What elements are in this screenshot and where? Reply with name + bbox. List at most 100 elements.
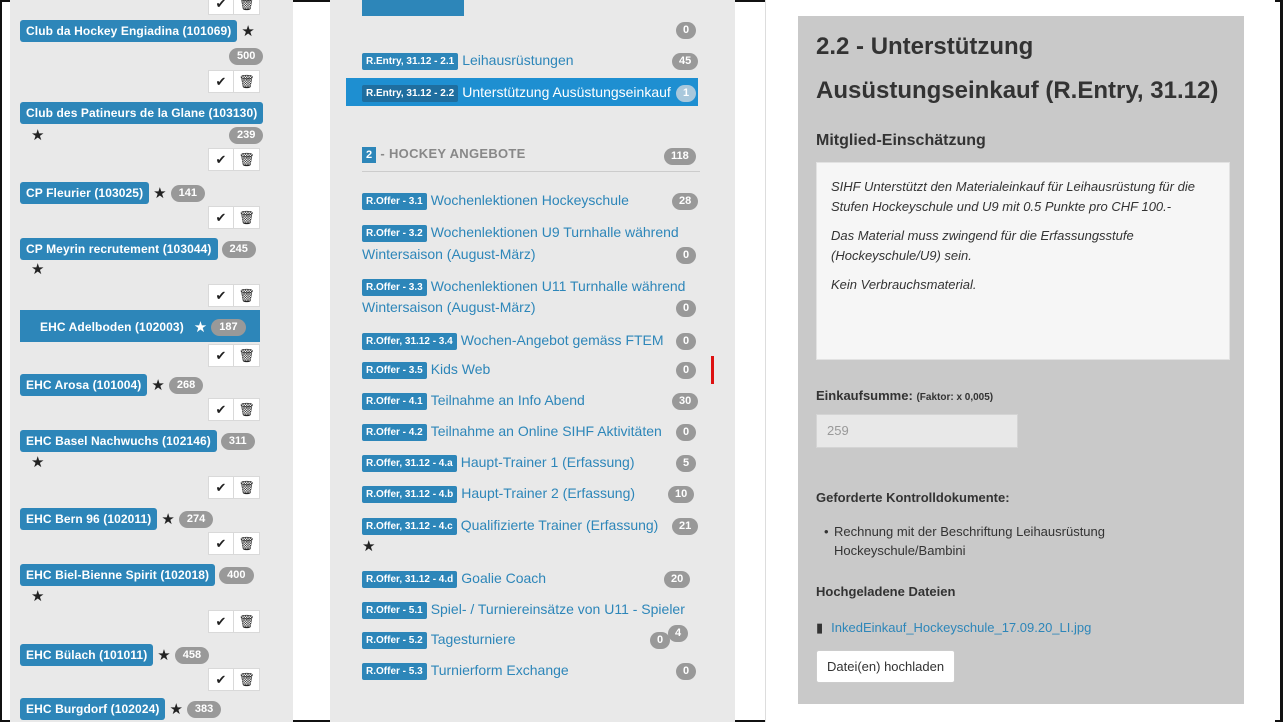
item-label[interactable]: Leihausrüstungen <box>462 52 573 68</box>
star-icon[interactable]: ★ <box>31 589 44 604</box>
trash-icon[interactable]: 🗑 <box>234 532 260 555</box>
offer-item[interactable]: R.Offer, 31.12 - 4.b Haupt-Trainer 2 (Erf… <box>362 483 702 503</box>
club-actions: ✔ 🗑 <box>208 70 260 93</box>
club-count: 187 <box>211 318 246 336</box>
trash-icon[interactable]: 🗑 <box>234 148 260 171</box>
check-icon[interactable]: ✔ <box>208 0 234 15</box>
item-label[interactable]: Teilnahme an Online SIHF Aktivitäten <box>431 423 662 439</box>
club-item[interactable]: EHC Bülach (101011) ★ 458 <box>20 644 293 666</box>
offer-item[interactable]: R.Offer - 4.1 Teilnahme an Info Abend <box>362 390 702 410</box>
offer-item[interactable]: R.Entry, 31.12 - 2.1 Leihausrüstungen <box>362 50 702 70</box>
item-label[interactable]: Wochenlektionen Hockeyschule <box>431 192 629 208</box>
item-label[interactable]: Tagesturniere <box>431 631 516 647</box>
offer-item[interactable]: R.Offer - 3.5 Kids Web <box>362 359 702 379</box>
club-item-selected[interactable]: EHC Adelboden (102003) ★ 187 <box>34 316 293 338</box>
trash-icon[interactable]: 🗑 <box>234 284 260 307</box>
club-label[interactable]: EHC Arosa (101004) <box>20 374 148 396</box>
star-icon[interactable]: ★ <box>169 702 182 717</box>
trash-icon[interactable]: 🗑 <box>234 70 260 93</box>
amount-input[interactable]: 259 <box>816 414 1018 448</box>
club-item[interactable]: EHC Bern 96 (102011) ★ 274 <box>20 508 293 530</box>
check-icon[interactable]: ✔ <box>208 70 234 93</box>
club-item[interactable]: Club da Hockey Engiadina (101069) ★ <box>20 20 293 42</box>
check-icon[interactable]: ✔ <box>208 284 234 307</box>
star-icon[interactable]: ★ <box>151 378 164 393</box>
star-icon[interactable]: ★ <box>241 24 254 39</box>
club-label[interactable]: CP Fleurier (103025) <box>20 182 150 204</box>
club-label[interactable]: EHC Basel Nachwuchs (102146) <box>20 430 217 452</box>
uploaded-file[interactable]: ▮ InkedEinkauf_Hockeyschule_17.09.20_LI.j… <box>816 619 1091 637</box>
item-label[interactable]: Teilnahme an Info Abend <box>431 392 585 408</box>
check-icon[interactable]: ✔ <box>208 668 234 691</box>
item-label[interactable]: Turnierform Exchange <box>431 662 569 678</box>
offer-item[interactable]: R.Offer - 3.2 Wochenlektionen U9 Turnhall… <box>362 222 702 242</box>
trash-icon[interactable]: 🗑 <box>234 610 260 633</box>
club-label[interactable]: Club da Hockey Engiadina (101069) <box>20 20 238 42</box>
trash-icon[interactable]: 🗑 <box>234 344 260 367</box>
item-count: 0 <box>676 424 697 441</box>
club-item[interactable]: Club des Patineurs de la Glane (103130) <box>20 102 293 124</box>
star-icon[interactable]: ★ <box>31 128 44 143</box>
club-label[interactable]: CP Meyrin recrutement (103044) <box>20 238 218 260</box>
offer-item[interactable]: R.Offer, 31.12 - 3.4 Wochen-Angebot gemäs… <box>362 330 702 350</box>
star-icon[interactable]: ★ <box>161 512 174 527</box>
note-paragraph: Kein Verbrauchsmaterial. <box>831 277 977 292</box>
club-label[interactable]: EHC Adelboden (102003) <box>34 316 190 338</box>
upload-button[interactable]: Datei(en) hochladen <box>816 650 956 683</box>
offer-item[interactable]: R.Offer - 4.2 Teilnahme an Online SIHF Ak… <box>362 421 702 441</box>
check-icon[interactable]: ✔ <box>208 344 234 367</box>
offer-item[interactable]: R.Entry, 31.12 - 2.2 Unterstützung Ausüst… <box>362 82 702 102</box>
star-icon[interactable]: ★ <box>362 539 375 554</box>
club-item[interactable]: EHC Arosa (101004) ★ 268 <box>20 374 293 396</box>
club-item[interactable]: EHC Burgdorf (102024) ★ 383 <box>20 698 293 720</box>
club-item[interactable]: CP Meyrin recrutement (103044) 245 <box>20 238 293 260</box>
club-label[interactable]: EHC Biel-Bienne Spirit (102018) <box>20 564 216 586</box>
offer-item[interactable]: R.Offer - 5.1 Spiel- / Turniereinsätze vo… <box>362 599 722 619</box>
trash-icon[interactable]: 🗑 <box>234 398 260 421</box>
check-icon[interactable]: ✔ <box>208 476 234 499</box>
check-icon[interactable]: ✔ <box>208 206 234 229</box>
item-label[interactable]: Wochenlektionen U9 Turnhalle während <box>431 224 679 240</box>
star-icon[interactable]: ★ <box>157 648 170 663</box>
club-label[interactable]: Club des Patineurs de la Glane (103130) <box>20 102 264 124</box>
item-label[interactable]: Haupt-Trainer 1 (Erfassung) <box>461 454 635 470</box>
check-icon[interactable]: ✔ <box>208 610 234 633</box>
offer-item[interactable]: R.Offer - 3.3 Wochenlektionen U11 Turnhal… <box>362 276 702 296</box>
star-icon[interactable]: ★ <box>153 186 166 201</box>
item-label[interactable]: Wochen-Angebot gemäss FTEM <box>461 332 664 348</box>
offer-item[interactable]: R.Offer - 5.3 Turnierform Exchange <box>362 660 702 680</box>
item-label[interactable]: Wintersaison (August-März) <box>362 246 536 262</box>
file-link[interactable]: InkedEinkauf_Hockeyschule_17.09.20_LI.jp… <box>831 620 1091 635</box>
club-label[interactable]: EHC Burgdorf (102024) <box>20 698 166 720</box>
star-icon[interactable]: ★ <box>31 262 44 277</box>
offer-list-panel: 0 R.Entry, 31.12 - 2.1 Leihausrüstungen 4… <box>330 0 735 722</box>
club-item[interactable]: EHC Basel Nachwuchs (102146) 311 <box>20 430 293 452</box>
item-label[interactable]: Unterstützung Ausüstungseinkauf <box>462 84 671 100</box>
offer-item[interactable]: R.Offer - 3.1 Wochenlektionen Hockeyschul… <box>362 190 702 210</box>
item-label[interactable]: Goalie Coach <box>461 570 546 586</box>
item-label[interactable]: Spiel- / Turniereinsätze von U11 - Spiel… <box>431 601 685 617</box>
check-icon[interactable]: ✔ <box>208 398 234 421</box>
item-label[interactable]: Haupt-Trainer 2 (Erfassung) <box>461 485 635 501</box>
club-item[interactable]: EHC Biel-Bienne Spirit (102018) 400 <box>20 564 293 586</box>
club-label[interactable]: EHC Bülach (101011) <box>20 644 154 666</box>
star-icon[interactable]: ★ <box>31 455 44 470</box>
trash-icon[interactable]: 🗑 <box>234 668 260 691</box>
check-icon[interactable]: ✔ <box>208 148 234 171</box>
item-label[interactable]: Kids Web <box>431 361 491 377</box>
trash-icon[interactable]: 🗑 <box>234 476 260 499</box>
club-item[interactable]: CP Fleurier (103025) ★ 141 <box>20 182 293 204</box>
trash-icon[interactable]: 🗑 <box>234 0 260 15</box>
offer-item-line2[interactable]: Wintersaison (August-März) <box>362 297 702 317</box>
offer-item-line2[interactable]: Wintersaison (August-März) <box>362 244 702 264</box>
offer-item[interactable]: R.Offer, 31.12 - 4.c Qualifizierte Traine… <box>362 515 702 535</box>
item-label[interactable]: Wochenlektionen U11 Turnhalle während <box>431 278 686 294</box>
item-label[interactable]: Qualifizierte Trainer (Erfassung) <box>461 517 659 533</box>
offer-item[interactable]: R.Offer, 31.12 - 4.d Goalie Coach <box>362 568 702 588</box>
club-label[interactable]: EHC Bern 96 (102011) <box>20 508 158 530</box>
offer-item[interactable]: R.Offer, 31.12 - 4.a Haupt-Trainer 1 (Erf… <box>362 452 702 472</box>
trash-icon[interactable]: 🗑 <box>234 206 260 229</box>
check-icon[interactable]: ✔ <box>208 532 234 555</box>
star-icon[interactable]: ★ <box>194 320 207 335</box>
item-label[interactable]: Wintersaison (August-März) <box>362 299 536 315</box>
